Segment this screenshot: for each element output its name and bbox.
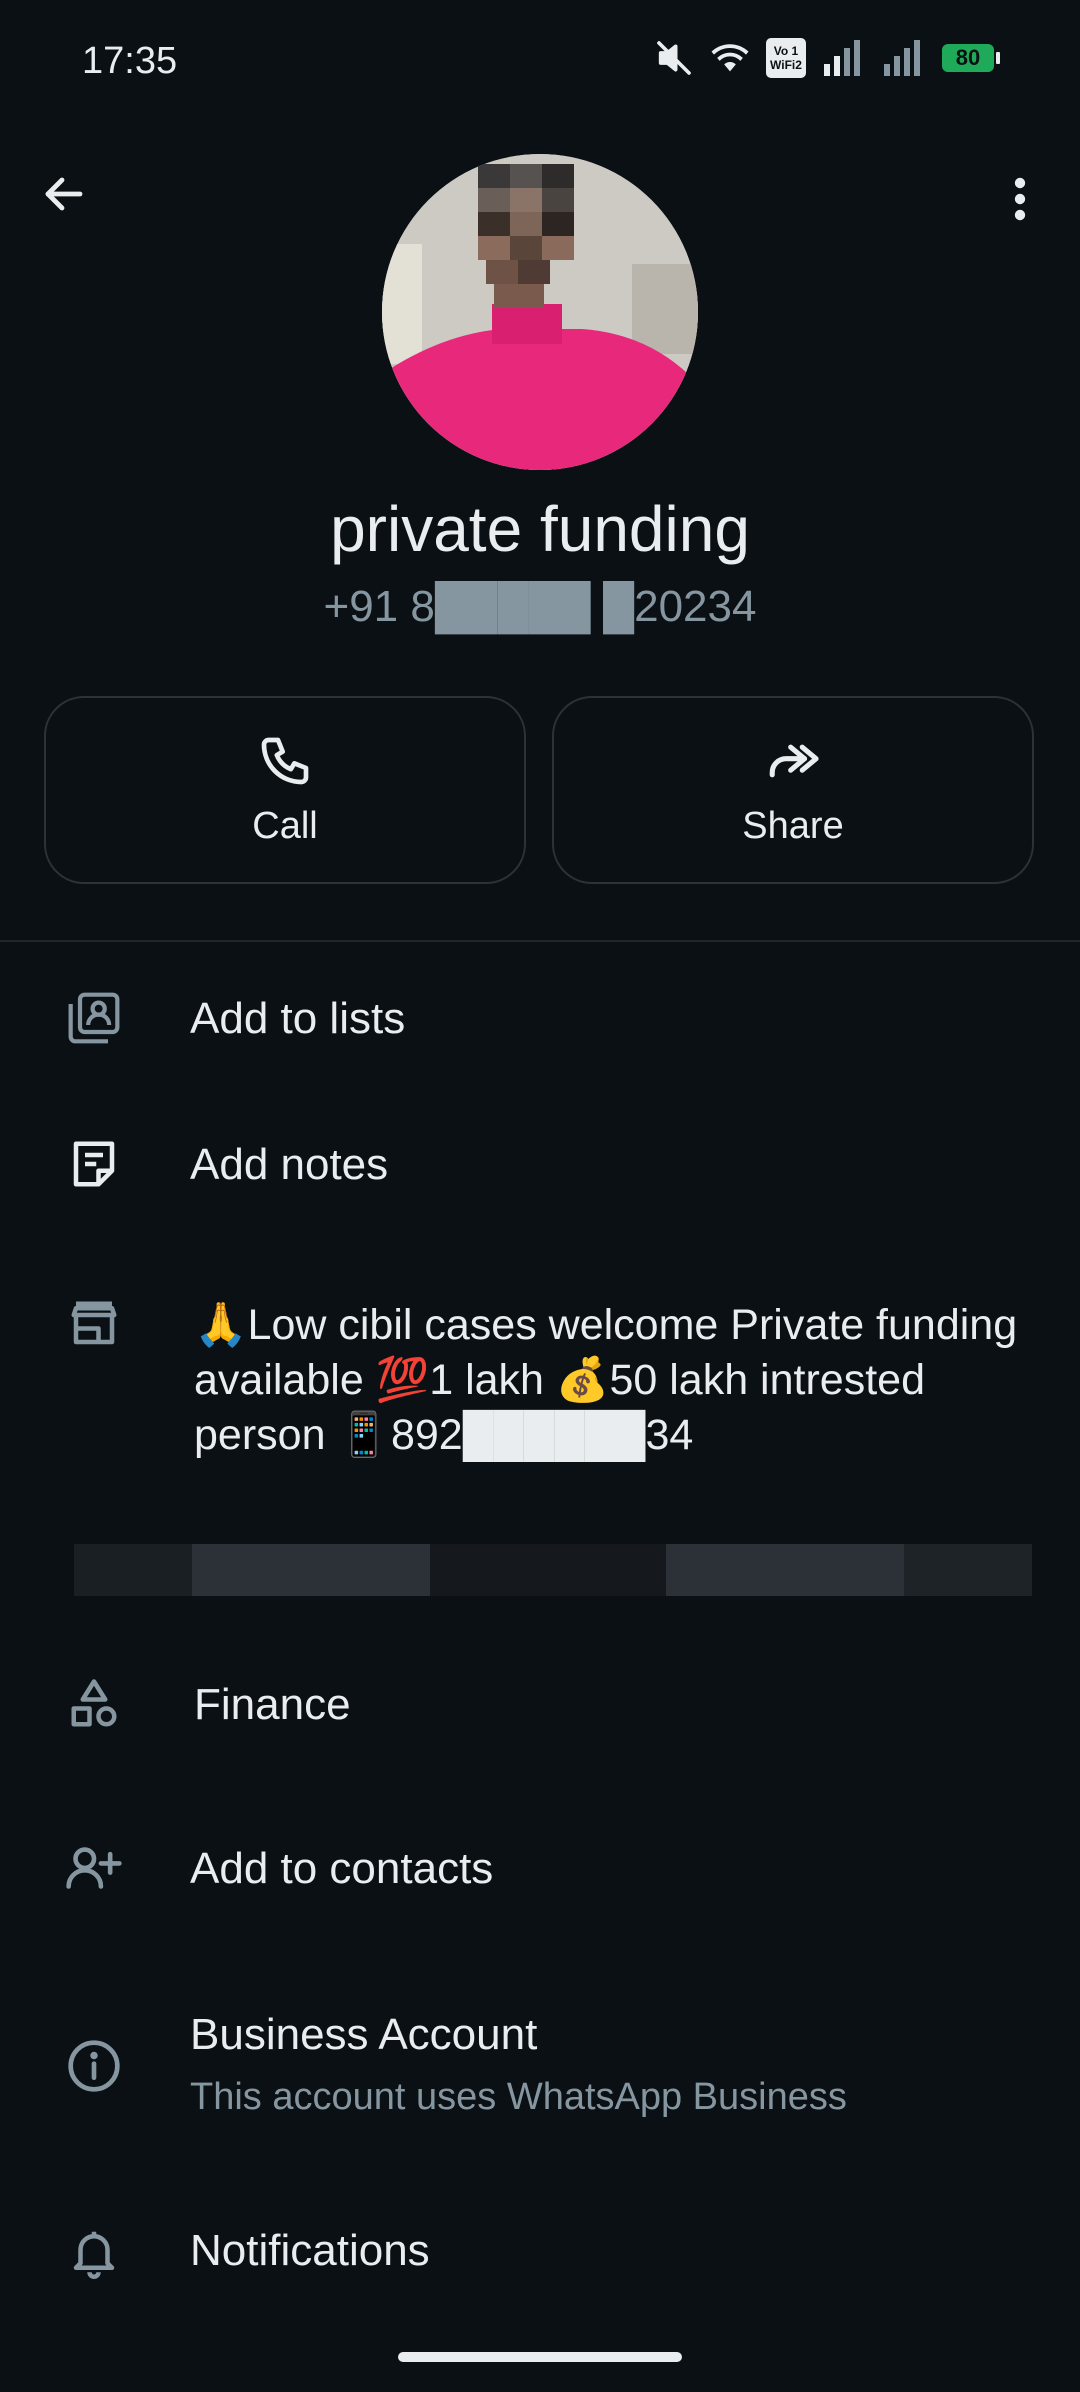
- signal-icon-sim2: [882, 38, 926, 78]
- call-label: Call: [252, 804, 318, 847]
- contact-name: private funding: [330, 493, 750, 565]
- section-divider: [0, 940, 1080, 942]
- category-row: Finance: [0, 1666, 1080, 1766]
- add-to-lists-row[interactable]: Add to lists: [0, 980, 1080, 1080]
- status-bar: 17:35 Vo 1 WiFi2 80: [0, 0, 1080, 120]
- redacted-info-bar: [74, 1544, 1032, 1596]
- mute-icon: [654, 38, 694, 78]
- gesture-nav-handle[interactable]: [398, 2352, 682, 2362]
- battery-level: 80: [942, 44, 994, 72]
- more-options-button[interactable]: [990, 164, 1050, 234]
- notes-icon: [62, 1132, 126, 1196]
- notifications-row[interactable]: Notifications: [0, 2212, 1080, 2312]
- add-to-lists-label: Add to lists: [190, 994, 406, 1043]
- battery-icon: 80: [942, 44, 1000, 72]
- add-to-contacts-label: Add to contacts: [190, 1844, 494, 1893]
- avatar[interactable]: [382, 154, 698, 470]
- wifi-icon: [710, 38, 750, 78]
- status-icons: Vo 1 WiFi2 80: [654, 38, 1000, 78]
- add-notes-label: Add notes: [190, 1140, 389, 1189]
- business-description: 🙏Low cibil cases welcome Private funding…: [194, 1301, 1018, 1459]
- volte-wifi-icon: Vo 1 WiFi2: [766, 38, 806, 78]
- category-shapes-icon: [62, 1672, 126, 1736]
- arrow-left-icon: [45, 177, 83, 211]
- info-icon: [62, 2034, 126, 2098]
- bell-icon: [62, 2220, 126, 2284]
- volte-bottom-label: WiFi2: [770, 58, 802, 72]
- phone-icon: [261, 737, 309, 784]
- share-label: Share: [742, 804, 844, 847]
- contacts-list-icon: [62, 986, 126, 1050]
- add-notes-row[interactable]: Add notes: [0, 1126, 1080, 1226]
- status-time: 17:35: [82, 40, 178, 82]
- business-account-subtitle: This account uses WhatsApp Business: [190, 2076, 847, 2118]
- volte-top-label: Vo 1: [773, 44, 799, 58]
- share-button[interactable]: Share: [552, 696, 1034, 884]
- forward-icon: [769, 744, 819, 777]
- business-account-title: Business Account: [190, 2010, 538, 2059]
- business-account-row[interactable]: Business Account This account uses Whats…: [0, 1998, 1080, 2138]
- call-button[interactable]: Call: [44, 696, 526, 884]
- back-button[interactable]: [34, 164, 94, 224]
- contact-phone: +91 8█████ █20234: [323, 582, 757, 631]
- add-person-icon: [62, 1836, 126, 1900]
- storefront-icon: [62, 1292, 126, 1356]
- notifications-label: Notifications: [190, 2226, 430, 2275]
- category-label: Finance: [194, 1680, 351, 1729]
- signal-icon-sim1: [822, 38, 866, 78]
- add-to-contacts-row[interactable]: Add to contacts: [0, 1830, 1080, 1930]
- more-vertical-icon: [1014, 177, 1026, 221]
